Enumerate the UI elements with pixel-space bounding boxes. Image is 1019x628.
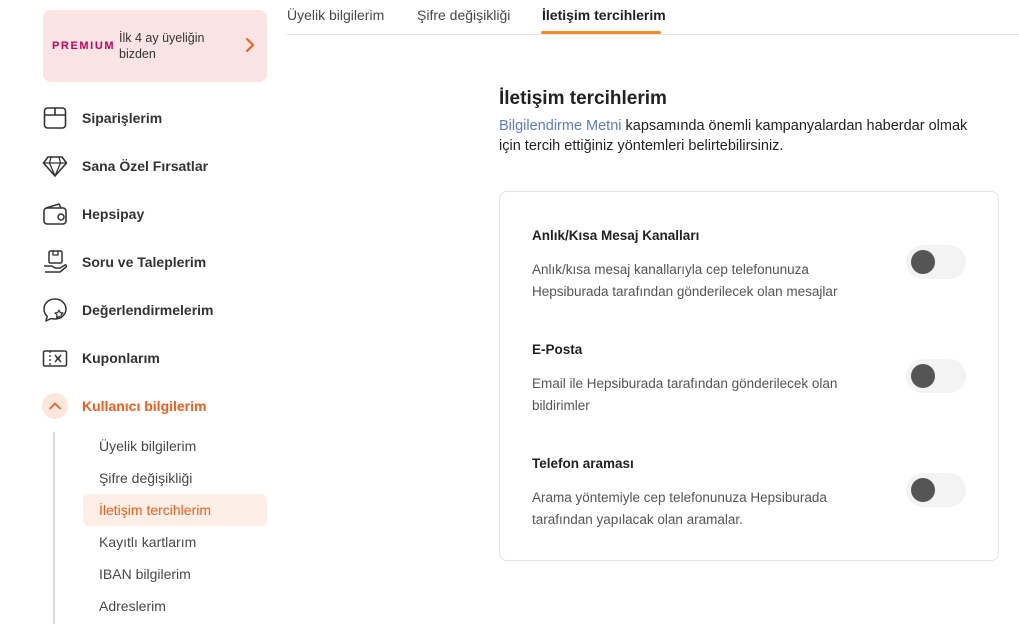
- wallet-icon: [43, 203, 67, 225]
- toggle-knob: [911, 364, 935, 388]
- sidebar-item-label: Sana Özel Fırsatlar: [82, 158, 209, 174]
- tab-bar: Üyelik bilgilerim Şifre değişikliği İlet…: [286, 0, 1019, 35]
- email-toggle[interactable]: [906, 359, 966, 393]
- coupon-icon: [42, 350, 68, 367]
- preferences-card: Anlık/Kısa Mesaj Kanalları Anlık/kısa me…: [499, 191, 999, 561]
- submenu-item-password[interactable]: Şifre değişikliği: [83, 462, 267, 494]
- review-star-icon: [43, 298, 67, 322]
- pref-title: E-Posta: [532, 342, 583, 357]
- sidebar-item-requests[interactable]: Soru ve Taleplerim: [42, 246, 206, 278]
- tab-password[interactable]: Şifre değişikliği: [417, 7, 510, 23]
- pref-title: Anlık/Kısa Mesaj Kanalları: [532, 228, 700, 243]
- instant-message-toggle[interactable]: [906, 245, 966, 279]
- sidebar-item-label: Kuponlarım: [82, 350, 160, 366]
- pref-description: Email ile Hepsiburada tarafından gönderi…: [532, 376, 838, 413]
- sidebar-item-hepsipay[interactable]: Hepsipay: [42, 198, 144, 230]
- page-description: Bilgilendirme Metni kapsamında önemli ka…: [499, 116, 989, 156]
- phone-call-toggle[interactable]: [906, 473, 966, 507]
- submenu-item-saved-cards[interactable]: Kayıtlı kartlarım: [83, 526, 267, 558]
- pref-description: Arama yöntemiyle cep telefonunuza Hepsib…: [532, 490, 827, 527]
- submenu-item-communication[interactable]: İletişim tercihlerim: [83, 494, 267, 526]
- page-title: İletişim tercihlerim: [499, 88, 667, 109]
- chevron-right-icon: [246, 38, 254, 52]
- submenu-item-iban[interactable]: IBAN bilgilerim: [83, 558, 267, 590]
- sidebar-item-orders[interactable]: Siparişlerim: [42, 102, 162, 134]
- sidebar-item-reviews[interactable]: Değerlendirmelerim: [42, 294, 214, 326]
- toggle-knob: [911, 478, 935, 502]
- sidebar-item-user-info[interactable]: Kullanıcı bilgilerim: [42, 390, 206, 422]
- tab-communication[interactable]: İletişim tercihlerim: [542, 7, 666, 23]
- sidebar-item-label: Soru ve Taleplerim: [82, 254, 207, 270]
- sidebar-item-label: Değerlendirmelerim: [82, 302, 214, 318]
- toggle-knob: [911, 250, 935, 274]
- submenu-tree-line: [53, 432, 55, 624]
- sidebar-item-special-deals[interactable]: Sana Özel Fırsatlar: [42, 150, 208, 182]
- premium-banner[interactable]: PREMIUM İlk 4 ay üyeliğin bizden: [43, 10, 267, 82]
- info-text-link[interactable]: Bilgilendirme Metni: [499, 118, 622, 134]
- package-icon: [43, 107, 67, 129]
- submenu-item-addresses[interactable]: Adreslerim: [83, 590, 267, 622]
- sidebar-item-coupons[interactable]: Kuponlarım: [42, 342, 160, 374]
- premium-text: İlk 4 ay üyeliğin bizden: [119, 31, 205, 61]
- support-hand-icon: [44, 250, 68, 273]
- submenu-item-membership[interactable]: Üyelik bilgilerim: [83, 430, 267, 462]
- sidebar-item-label: Hepsipay: [82, 206, 145, 222]
- sidebar-item-label: Siparişlerim: [82, 110, 163, 126]
- sidebar-item-label: Kullanıcı bilgilerim: [82, 398, 207, 414]
- tab-membership[interactable]: Üyelik bilgilerim: [287, 7, 384, 23]
- diamond-icon: [42, 156, 68, 177]
- chevron-up-icon: [42, 393, 68, 419]
- active-tab-indicator: [541, 31, 661, 34]
- sidebar: PREMIUM İlk 4 ay üyeliğin bizden Sipariş…: [0, 0, 280, 628]
- pref-description: Anlık/kısa mesaj kanallarıyla cep telefo…: [532, 262, 838, 299]
- premium-logo: PREMIUM: [52, 40, 116, 52]
- pref-title: Telefon araması: [532, 456, 634, 471]
